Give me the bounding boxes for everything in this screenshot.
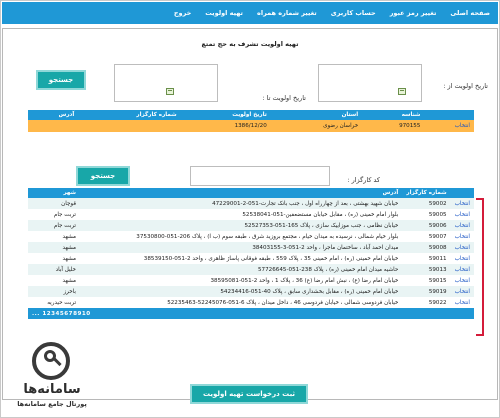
cell-city: تربت جام: [53, 222, 76, 229]
cell-address: حاشیه میدان امام خمینی (ره) ، پلاک 238-0…: [258, 266, 399, 273]
col-select: [450, 188, 474, 198]
submit-priority-button[interactable]: ثبت درخواست تهیه اولویت: [190, 384, 308, 404]
top-nav: صفحه اصلی تغییر رمز عبور حساب کاربری تغی…: [2, 2, 498, 24]
date-to-label: تاریخ اولویت تا :: [262, 94, 306, 102]
samaneha-logo: سامانه‌ها پورتال جامع سامانه‌ها: [6, 342, 106, 414]
logo-title: سامانه‌ها: [23, 382, 81, 397]
nav-priority[interactable]: تهیه اولویت: [205, 9, 243, 17]
cell-city: باخرز: [63, 288, 76, 295]
cell-city: تربت جام: [53, 211, 76, 218]
cell-agent-number: 59019: [428, 288, 447, 295]
cell-address: خیابان امام رضا (ع) ، نبش امام رضا (ع) 3…: [210, 277, 399, 284]
date-from-label: تاریخ اولویت از :: [443, 82, 488, 90]
cell-address: میدان احمد آباد ، ساختمان ماجرا ، واحد 2…: [252, 244, 399, 251]
table-row: انتخاب 59005 بلوار امام خمینی (ره) ، مقابل…: [28, 209, 474, 220]
col-id: شناسه: [362, 110, 425, 120]
cell-city: تربت حیدریه: [47, 299, 76, 306]
table-row: انتخاب 59006 خیابان نظامی ، جنب موزاییک سا…: [28, 220, 474, 231]
cell-agent: [78, 120, 181, 132]
select-link[interactable]: انتخاب: [451, 220, 474, 231]
cell-address: خیابان امام خمینی (ره) ، امام خمینی 35 ،…: [143, 255, 399, 262]
nav-change-mobile[interactable]: تغییر شماره همراه: [257, 9, 317, 17]
select-link[interactable]: انتخاب: [424, 120, 474, 132]
select-link[interactable]: انتخاب: [451, 209, 474, 220]
date-from-input[interactable]: [318, 64, 422, 102]
cell-city: مشهد: [62, 244, 76, 251]
priority-table: شناسه استان تاریخ اولویت شماره کارگزار آ…: [28, 110, 474, 132]
agents-table: شماره کارگزار آدرس شهر انتخاب 59002 خیابان…: [28, 188, 474, 319]
cell-city: مشهد: [62, 277, 76, 284]
select-link[interactable]: انتخاب: [451, 198, 474, 209]
cell-agent-number: 59022: [428, 299, 447, 306]
cell-address: خیابان شهید بهشتی ، بعد از چهارراه اول ،…: [212, 200, 399, 207]
table-row: انتخاب 59015 خیابان امام رضا (ع) ، نبش اما…: [28, 275, 474, 286]
highlight-bracket: [476, 198, 484, 336]
select-link[interactable]: انتخاب: [451, 264, 474, 275]
col-select: [424, 110, 474, 120]
table-row: انتخاب 59022 خیابان فردوسی شمالی ، خیابان …: [28, 297, 474, 308]
cell-city: قوچان: [61, 200, 76, 207]
table-row: انتخاب 970155 خراسان رضوی 1386/12/20: [28, 120, 474, 132]
cell-agent-number: 59005: [428, 211, 447, 218]
select-link[interactable]: انتخاب: [451, 242, 474, 253]
cell-agent-number: 59002: [428, 200, 447, 207]
col-priority-date: تاریخ اولویت: [180, 110, 271, 120]
cell-agent-number: 59013: [428, 266, 447, 273]
col-agent-number: شماره کارگزار: [402, 188, 451, 198]
calendar-to-icon[interactable]: [166, 88, 174, 95]
select-link[interactable]: انتخاب: [451, 286, 474, 297]
cell-city: خلیل آباد: [55, 266, 76, 273]
cell-id: 970155: [362, 120, 425, 132]
table-row: انتخاب 59008 میدان احمد آباد ، ساختمان ماج…: [28, 242, 474, 253]
cell-agent-number: 59007: [428, 233, 447, 240]
agent-code-label: کد کارگزار :: [347, 176, 380, 184]
nav-change-password[interactable]: تغییر رمز عبور: [390, 9, 437, 17]
col-province: استان: [270, 110, 363, 120]
col-address: آدرس: [80, 188, 403, 198]
cell-address: [28, 120, 79, 132]
table-row: انتخاب 59019 خیابان امام خمینی (ره) ، مقاب…: [28, 286, 474, 297]
page-title: تهیه اولویت تشرف به حج تمتع: [201, 40, 299, 48]
table-row: انتخاب 59011 خیابان امام خمینی (ره) ، امام…: [28, 253, 474, 264]
cell-city: مشهد: [62, 255, 76, 262]
nav-account[interactable]: حساب کاربری: [331, 9, 376, 17]
search-button[interactable]: جستجو: [36, 70, 86, 90]
cell-address: خیابان نظامی ، جنب موزاییک سازی ، پلاک 1…: [244, 222, 399, 229]
search-agent-button[interactable]: جستجو: [76, 166, 130, 186]
agent-code-input[interactable]: [190, 166, 330, 186]
col-city: شهر: [28, 188, 80, 198]
table-row: انتخاب 59007 بلوار خیام شمالی ، نرسیده به …: [28, 231, 474, 242]
cell-agent-number: 59011: [428, 255, 447, 262]
select-link[interactable]: انتخاب: [451, 231, 474, 242]
cell-date: 1386/12/20: [180, 120, 271, 132]
nav-logout[interactable]: خروج: [174, 9, 191, 17]
pager-row: 12345678910 ...: [28, 308, 474, 319]
cell-province: خراسان رضوی: [270, 120, 363, 132]
col-agent-number: شماره کارگزار: [78, 110, 181, 120]
col-address: آدرس: [28, 110, 79, 120]
cell-agent-number: 59015: [428, 277, 447, 284]
cell-agent-number: 59006: [428, 222, 447, 229]
select-link[interactable]: انتخاب: [451, 297, 474, 308]
calendar-from-icon[interactable]: [398, 88, 406, 95]
cell-address: خیابان امام خمینی (ره) ، مقابل بخشداری س…: [220, 288, 399, 295]
logo-subtitle: پورتال جامع سامانه‌ها: [17, 400, 87, 408]
cell-city: مشهد: [62, 233, 76, 240]
date-to-input[interactable]: [114, 64, 218, 102]
table-row: انتخاب 59013 حاشیه میدان امام خمینی (ره) ،…: [28, 264, 474, 275]
table-row: انتخاب 59002 خیابان شهید بهشتی ، بعد از چه…: [28, 198, 474, 209]
cell-agent-number: 59008: [428, 244, 447, 251]
nav-home[interactable]: صفحه اصلی: [450, 9, 490, 17]
pager[interactable]: 12345678910 ...: [28, 308, 474, 319]
select-link[interactable]: انتخاب: [451, 275, 474, 286]
select-link[interactable]: انتخاب: [451, 253, 474, 264]
cell-address: بلوار امام خمینی (ره) ، مقابل خیابان مست…: [242, 211, 399, 218]
cell-address: خیابان فردوسی شمالی ، خیابان فردوسی 46 ،…: [167, 299, 399, 306]
cell-address: بلوار خیام شمالی ، نرسیده به میدان خیام …: [136, 233, 399, 240]
